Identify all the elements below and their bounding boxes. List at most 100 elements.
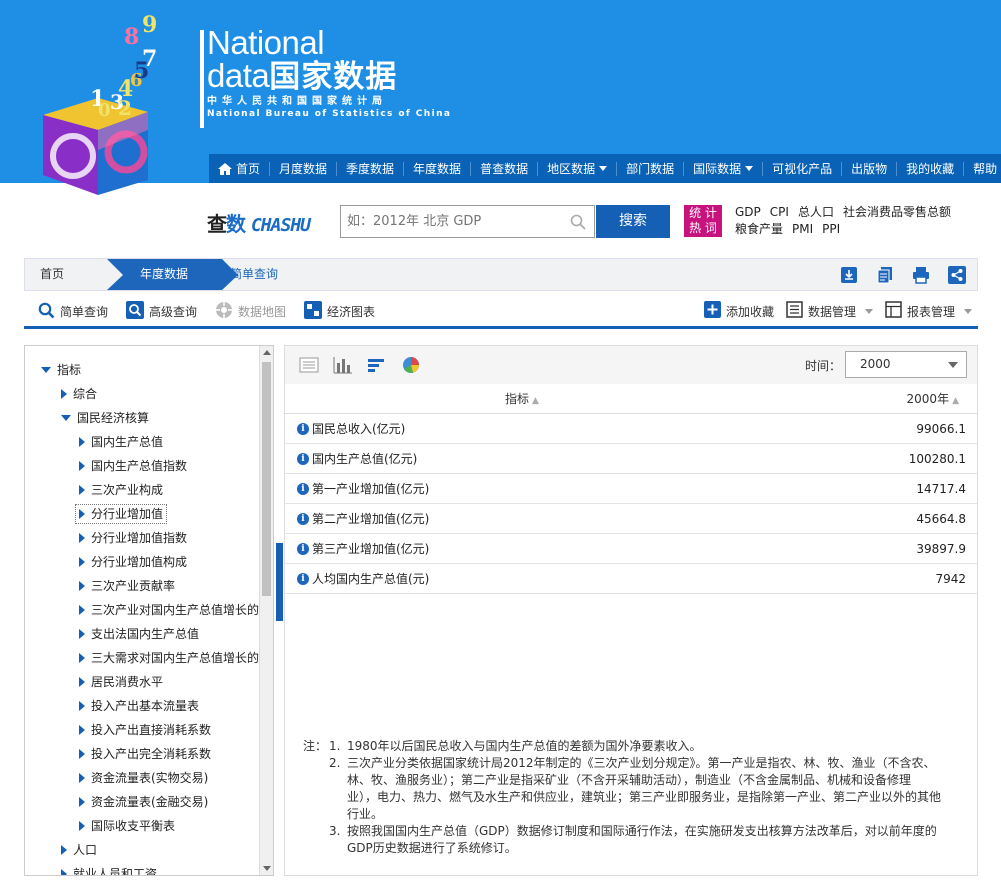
caret-right-icon[interactable] (79, 725, 85, 735)
caret-right-icon[interactable] (79, 605, 85, 615)
row-indicator[interactable]: i 人均国内生产总值(元) (297, 564, 429, 594)
caret-right-icon[interactable] (79, 773, 85, 783)
tree-node[interactable]: 分行业增加值 (75, 504, 168, 524)
tree-node[interactable]: 投入产出基本流量表 (79, 696, 199, 716)
info-icon[interactable]: i (297, 513, 309, 525)
tree-node[interactable]: 国际收支平衡表 (79, 816, 175, 836)
caret-right-icon[interactable] (79, 533, 85, 543)
tree-node[interactable]: 就业人员和工资 (61, 864, 157, 875)
report-manage-menu[interactable]: 报表管理 (885, 301, 972, 321)
search-button[interactable]: 搜索 (596, 205, 670, 238)
tree-node[interactable]: 资金流量表(实物交易) (79, 768, 208, 788)
econ-chart-button[interactable]: 经济图表 (304, 301, 375, 322)
caret-right-icon[interactable] (79, 461, 85, 471)
caret-right-icon[interactable] (79, 821, 85, 831)
nav-item[interactable]: 首页 (209, 161, 271, 176)
hot-word-link[interactable]: 粮食产量 (735, 222, 783, 236)
print-icon[interactable] (911, 265, 931, 285)
nav-item[interactable]: 帮助 (964, 162, 1001, 176)
hot-word-link[interactable]: PPI (822, 222, 840, 236)
caret-right-icon[interactable] (79, 509, 85, 519)
row-indicator[interactable]: i 第三产业增加值(亿元) (297, 534, 429, 564)
caret-right-icon[interactable] (79, 797, 85, 807)
tree-node[interactable]: 人口 (61, 840, 97, 860)
info-icon[interactable]: i (297, 423, 309, 435)
caret-right-icon[interactable] (79, 485, 85, 495)
simple-query-button[interactable]: 简单查询 (38, 302, 108, 322)
tree-node[interactable]: 居民消费水平 (79, 672, 163, 692)
advanced-query-button[interactable]: 高级查询 (126, 301, 197, 322)
row-indicator[interactable]: i 第二产业增加值(亿元) (297, 504, 429, 534)
nav-item[interactable]: 月度数据 (270, 161, 338, 176)
info-icon[interactable]: i (297, 543, 309, 555)
row-indicator[interactable]: i 国内生产总值(亿元) (297, 444, 417, 474)
nav-item[interactable]: 季度数据 (337, 161, 405, 176)
nav-item[interactable]: 普查数据 (471, 161, 539, 176)
breadcrumb-simple-query[interactable]: 简单查询 (230, 259, 278, 290)
caret-down-icon[interactable] (61, 415, 71, 421)
caret-right-icon[interactable] (79, 629, 85, 639)
nav-item[interactable]: 我的收藏 (897, 161, 965, 176)
caret-right-icon[interactable] (79, 437, 85, 447)
search-icon[interactable] (570, 214, 586, 233)
add-favorite-button[interactable]: 添加收藏 (703, 301, 774, 321)
nav-item[interactable]: 可视化产品 (763, 161, 843, 176)
tree-node[interactable]: 国内生产总值 (79, 432, 163, 452)
tree-node[interactable]: 综合 (61, 384, 97, 404)
nav-item[interactable]: 国际数据 (684, 161, 764, 176)
hot-word-link[interactable]: PMI (792, 222, 813, 236)
data-manage-menu[interactable]: 数据管理 (786, 301, 873, 321)
scroll-down-icon[interactable] (263, 866, 271, 871)
nav-item[interactable]: 年度数据 (404, 161, 472, 176)
bar-chart-icon[interactable] (333, 356, 353, 374)
hot-word-link[interactable]: 总人口 (798, 205, 834, 219)
caret-right-icon[interactable] (79, 701, 85, 711)
info-icon[interactable]: i (297, 573, 309, 585)
caret-right-icon[interactable] (79, 677, 85, 687)
row-indicator[interactable]: i 国民总收入(亿元) (297, 414, 405, 444)
info-icon[interactable]: i (297, 483, 309, 495)
tree-node[interactable]: 分行业增加值指数 (79, 528, 187, 548)
tree-node[interactable]: 投入产出完全消耗系数 (79, 744, 211, 764)
site-brand[interactable]: National data国家数据 中华人民共和国国家统计局 National … (207, 26, 451, 120)
download-icon[interactable] (839, 265, 859, 285)
tree-node[interactable]: 国内生产总值指数 (79, 456, 187, 476)
tree-node[interactable]: 分行业增加值构成 (79, 552, 187, 572)
share-icon[interactable] (947, 265, 967, 285)
tree-node[interactable]: 三次产业对国内生产总值增长的 (79, 600, 259, 620)
tree-node[interactable]: 三次产业构成 (79, 480, 163, 500)
caret-right-icon[interactable] (79, 749, 85, 759)
tree-node[interactable]: 支出法国内生产总值 (79, 624, 199, 644)
caret-right-icon[interactable] (79, 653, 85, 663)
nav-item[interactable]: 出版物 (842, 161, 898, 176)
pie-chart-icon[interactable] (401, 356, 421, 374)
tree-node[interactable]: 三次产业贡献率 (79, 576, 175, 596)
tree-node[interactable]: 投入产出直接消耗系数 (79, 720, 211, 740)
column-header-year[interactable]: 2000年 ▲ (907, 384, 959, 416)
caret-right-icon[interactable] (79, 581, 85, 591)
panel-splitter[interactable] (276, 543, 283, 621)
caret-right-icon[interactable] (61, 845, 67, 855)
search-input[interactable] (341, 206, 561, 237)
column-header-indicator[interactable]: 指标 ▲ (505, 384, 539, 416)
hot-word-link[interactable]: 社会消费品零售总额 (843, 205, 951, 219)
caret-right-icon[interactable] (61, 869, 67, 875)
caret-down-icon[interactable] (41, 367, 51, 373)
table-view-icon[interactable] (299, 356, 319, 374)
scroll-thumb[interactable] (262, 362, 271, 596)
hot-word-link[interactable]: CPI (770, 205, 789, 219)
caret-right-icon[interactable] (61, 389, 67, 399)
hbar-chart-icon[interactable] (367, 356, 387, 374)
tree-scrollbar[interactable] (259, 346, 273, 875)
tree-node[interactable]: 国民经济核算 (61, 408, 149, 428)
data-map-button[interactable]: 数据地图 (215, 301, 286, 322)
chashu-logo[interactable]: 查数 CHASHU (207, 208, 311, 237)
info-icon[interactable]: i (297, 453, 309, 465)
scroll-up-icon[interactable] (263, 350, 271, 355)
breadcrumb-year-data[interactable]: 年度数据 (107, 259, 238, 290)
breadcrumb-home[interactable]: 首页 (25, 259, 107, 290)
tree-node[interactable]: 资金流量表(金融交易) (79, 792, 208, 812)
tree-node[interactable]: 三大需求对国内生产总值增长的 (79, 648, 259, 668)
time-select[interactable]: 2000 (845, 351, 967, 378)
nav-item[interactable]: 地区数据 (538, 161, 618, 176)
